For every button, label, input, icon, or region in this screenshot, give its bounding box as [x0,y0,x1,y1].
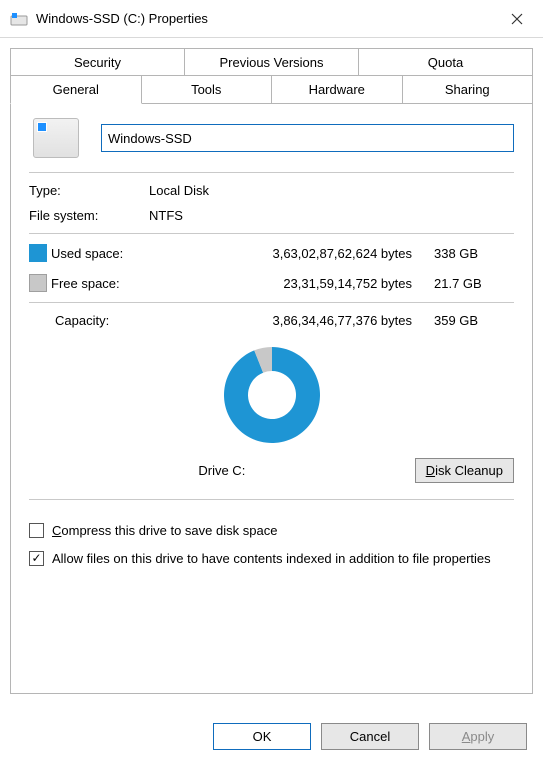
index-checkbox[interactable] [29,551,44,566]
used-swatch-icon [29,244,47,262]
capacity-label: Capacity: [29,313,151,328]
general-panel: Type: Local Disk File system: NTFS Used … [10,104,533,694]
drive-letter-label: Drive C: [29,463,415,478]
filesystem-label: File system: [29,208,149,223]
used-label: Used space: [51,246,151,261]
capacity-gb: 359 GB [434,313,514,328]
compress-checkbox-row[interactable]: Compress this drive to save disk space [29,522,514,540]
free-bytes: 23,31,59,14,752 bytes [151,276,434,291]
type-label: Type: [29,183,149,198]
free-label: Free space: [51,276,151,291]
usage-donut-chart [29,336,514,454]
filesystem-value: NTFS [149,208,514,223]
close-button[interactable] [497,4,537,34]
used-gb: 338 GB [434,246,514,261]
type-value: Local Disk [149,183,514,198]
drive-name-input[interactable] [101,124,514,152]
apply-button[interactable]: Apply [429,723,527,750]
index-label: Allow files on this drive to have conten… [52,550,491,568]
compress-checkbox[interactable] [29,523,44,538]
index-checkbox-row[interactable]: Allow files on this drive to have conten… [29,550,514,568]
separator [29,302,514,303]
tab-previous-versions[interactable]: Previous Versions [185,48,359,76]
free-gb: 21.7 GB [434,276,514,291]
dialog-buttons: OK Cancel Apply [0,723,543,750]
tab-hardware[interactable]: Hardware [272,75,403,104]
capacity-bytes: 3,86,34,46,77,376 bytes [151,313,434,328]
separator [29,172,514,173]
free-swatch-icon [29,274,47,292]
tab-quota[interactable]: Quota [359,48,533,76]
drive-icon [10,10,28,28]
tab-security[interactable]: Security [10,48,185,76]
ok-button[interactable]: OK [213,723,311,750]
cancel-button[interactable]: Cancel [321,723,419,750]
tab-tools[interactable]: Tools [142,75,273,104]
separator [29,233,514,234]
window-title: Windows-SSD (C:) Properties [36,11,497,26]
tabs: Security Previous Versions Quota General… [10,48,533,104]
drive-large-icon [33,118,79,158]
compress-label: Compress this drive to save disk space [52,522,277,540]
tab-general[interactable]: General [10,75,142,104]
separator [29,499,514,500]
disk-cleanup-button[interactable]: Disk Cleanup [415,458,514,483]
titlebar: Windows-SSD (C:) Properties [0,0,543,38]
used-bytes: 3,63,02,87,62,624 bytes [151,246,434,261]
tab-sharing[interactable]: Sharing [403,75,534,104]
